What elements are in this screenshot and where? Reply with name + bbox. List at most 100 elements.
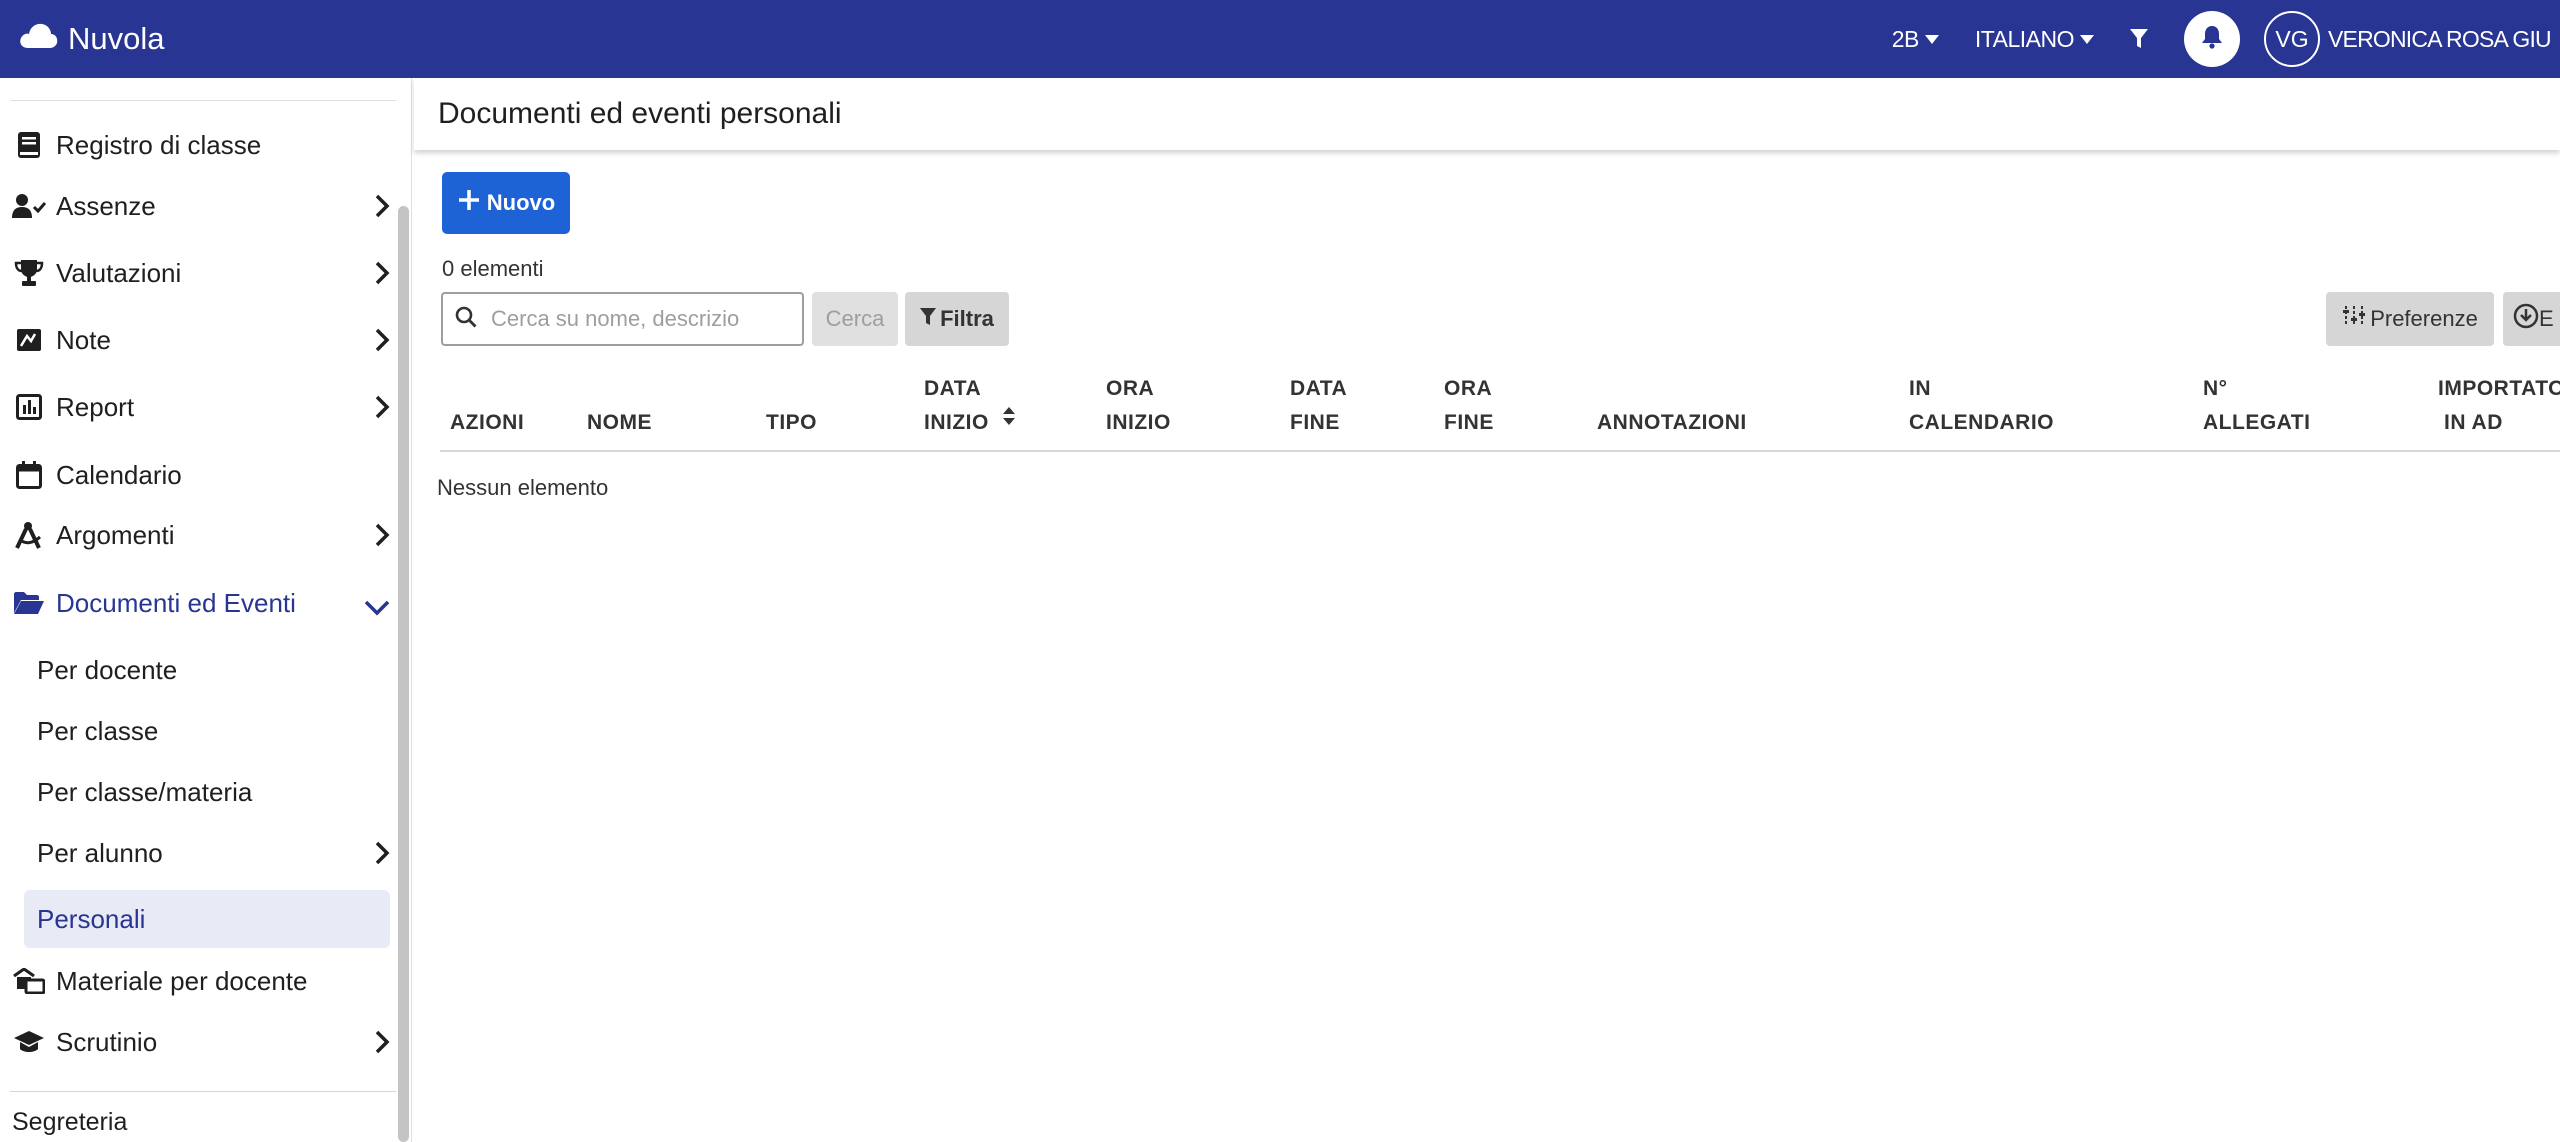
column-header-ora-inizio[interactable]: ORA INIZIO [1106, 372, 1171, 440]
column-header-line: FINE [1290, 411, 1340, 434]
filter-icon[interactable] [2130, 29, 2148, 49]
sidebar-subitem-label: Per classe/materia [37, 776, 253, 807]
chevron-right-icon [374, 261, 390, 292]
filter-button[interactable]: Filtra [905, 292, 1009, 346]
compass-icon [12, 520, 46, 550]
sidebar-item-valutazioni[interactable]: Valutazioni [0, 247, 390, 299]
search-field[interactable] [441, 292, 804, 346]
folder-open-icon [12, 591, 46, 615]
sidebar-item-registro[interactable]: Registro di classe [0, 119, 390, 171]
top-bar: Nuvola 2B ITALIANO VG VERONICA ROSA GIU [0, 0, 2560, 78]
column-header-line: IN AD [2444, 411, 2503, 434]
column-header-importato[interactable]: IMPORTATO IN AD [2438, 372, 2560, 440]
sidebar-section-segreteria[interactable]: Segreteria [12, 1108, 127, 1137]
sidebar-subitem-per-alunno[interactable]: Per alunno [24, 824, 390, 882]
user-name[interactable]: VERONICA ROSA GIU [2328, 26, 2560, 53]
filter-button-label: Filtra [940, 306, 994, 331]
materials-icon [12, 968, 46, 994]
sidebar-subitem-label: Per docente [37, 654, 178, 685]
sidebar-item-label: Materiale per docente [56, 965, 308, 996]
notifications-button[interactable] [2184, 11, 2240, 67]
sidebar: Registro di classe Assenze Valutazioni N… [0, 78, 412, 1142]
plus-icon [457, 188, 487, 218]
sidebar-item-report[interactable]: Report [0, 381, 390, 433]
filter-icon [920, 306, 940, 332]
sidebar-item-materiale[interactable]: Materiale per docente [0, 955, 390, 1007]
export-button[interactable]: E [2503, 292, 2560, 346]
column-header-line: ORA [1444, 377, 1493, 400]
language-selector[interactable]: ITALIANO [1975, 26, 2094, 53]
column-header-line: CALENDARIO [1909, 411, 2054, 434]
sidebar-item-label: Report [56, 391, 135, 422]
chevron-right-icon [374, 841, 390, 872]
note-icon [12, 328, 46, 352]
column-header-in-calendario[interactable]: IN CALENDARIO [1909, 372, 2054, 440]
column-header-nome[interactable]: NOME [587, 406, 652, 440]
search-button[interactable]: Cerca [812, 292, 898, 346]
sidebar-item-note[interactable]: Note [0, 314, 390, 366]
sidebar-subitem-label: Per alunno [37, 837, 163, 868]
column-header-line: INIZIO [1106, 411, 1171, 434]
column-header-line: IN [1909, 377, 1931, 400]
chevron-right-icon [374, 1030, 390, 1061]
column-header-annotazioni[interactable]: ANNOTAZIONI [1597, 406, 1747, 440]
sidebar-item-label: Argomenti [56, 519, 175, 550]
sidebar-item-label: Note [56, 324, 111, 355]
column-header-tipo[interactable]: TIPO [766, 406, 817, 440]
book-icon [12, 131, 46, 159]
sidebar-item-label: Assenze [56, 190, 156, 221]
cloud-icon [18, 21, 68, 57]
report-icon [12, 394, 46, 420]
class-selector-label: 2B [1891, 25, 1920, 52]
app-brand[interactable]: Nuvola [18, 21, 165, 57]
sidebar-subitem-per-classe[interactable]: Per classe [24, 702, 390, 760]
divider [10, 100, 396, 101]
empty-state: Nessun elemento [437, 475, 609, 500]
sliders-icon [2342, 305, 2370, 333]
user-check-icon [12, 193, 46, 219]
class-selector[interactable]: 2B [1892, 26, 1939, 53]
language-label: ITALIANO [1974, 25, 2075, 52]
column-header-line: INIZIO [924, 411, 989, 434]
column-header-azioni: AZIONI [450, 411, 525, 434]
column-header-line: IMPORTATO [2438, 377, 2560, 400]
search-icon [443, 306, 491, 333]
column-header-line: ALLEGATI [2203, 411, 2311, 434]
page-header: Documenti ed eventi personali [414, 78, 2560, 150]
column-header-data-inizio[interactable]: DATA INIZIO [924, 372, 989, 440]
sidebar-item-calendario[interactable]: Calendario [0, 449, 390, 501]
calendar-icon [12, 461, 46, 489]
new-button-label: Nuovo [486, 190, 556, 215]
column-header-data-fine[interactable]: DATA FINE [1290, 372, 1347, 440]
sidebar-subitem-per-docente[interactable]: Per docente [24, 641, 390, 699]
search-input[interactable] [491, 306, 751, 332]
caret-down-icon [1924, 34, 1939, 44]
sidebar-item-scrutinio[interactable]: Scrutinio [0, 1016, 390, 1068]
preferences-button[interactable]: Preferenze [2326, 292, 2494, 346]
caret-down-icon [2080, 34, 2094, 44]
sidebar-item-label: Scrutinio [56, 1026, 158, 1057]
sidebar-subitem-label: Per classe [37, 715, 159, 746]
chevron-right-icon [374, 328, 390, 359]
column-header-line: DATA [1290, 377, 1348, 400]
sidebar-item-argomenti[interactable]: Argomenti [0, 509, 390, 561]
sidebar-subitem-personali[interactable]: Personali [24, 890, 390, 948]
sidebar-item-label: Valutazioni [56, 257, 182, 288]
sidebar-item-label: Calendario [56, 459, 182, 490]
sidebar-subitem-per-classe-materia[interactable]: Per classe/materia [24, 763, 390, 821]
sidebar-item-documenti[interactable]: Documenti ed Eventi [0, 577, 390, 629]
column-header-allegati[interactable]: N° ALLEGATI [2203, 372, 2310, 440]
column-header-line: FINE [1444, 411, 1494, 434]
table-header-divider [440, 450, 2560, 452]
sort-icon[interactable] [1002, 406, 1016, 431]
chevron-right-icon [374, 395, 390, 426]
sidebar-scrollbar[interactable] [398, 206, 409, 1142]
divider [10, 1091, 396, 1092]
chevron-down-icon [364, 593, 390, 624]
sidebar-item-assenze[interactable]: Assenze [0, 180, 390, 232]
column-header-line: DATA [924, 377, 982, 400]
column-header-ora-fine[interactable]: ORA FINE [1444, 372, 1494, 440]
trophy-icon [12, 259, 46, 287]
avatar[interactable]: VG [2264, 11, 2320, 67]
new-button[interactable]: Nuovo [442, 172, 570, 234]
